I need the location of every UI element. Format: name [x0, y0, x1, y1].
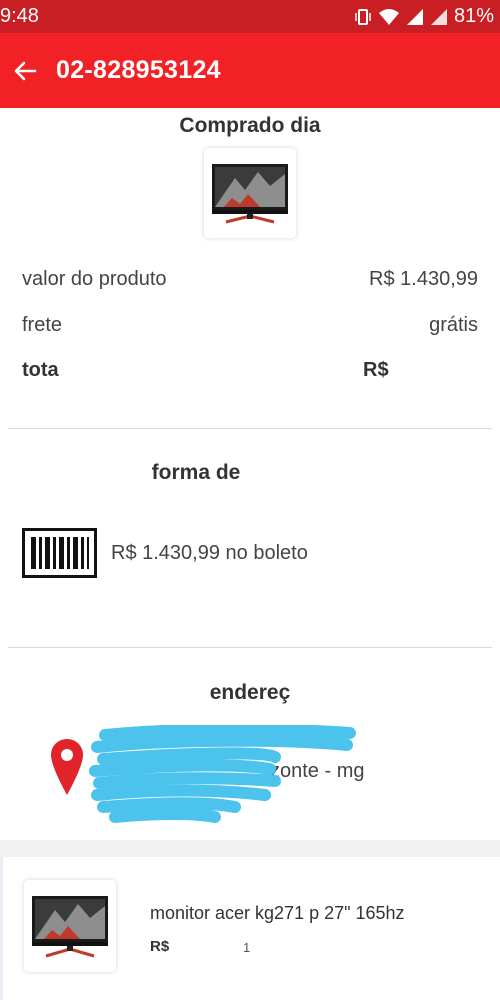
battery-level: 81% [453, 5, 494, 27]
item-thumbnail[interactable] [24, 880, 116, 972]
status-time: 9:48 [0, 5, 39, 27]
order-number-title: 02-828953124 [56, 56, 221, 84]
shipping-label: frete [22, 314, 63, 336]
back-button[interactable] [0, 33, 50, 108]
product-value: R$ 1.430,99 [369, 268, 478, 290]
total-row: tota R$ [22, 359, 478, 382]
monitor-image-icon [32, 896, 108, 958]
item-name: monitor acer kg271 p 27" 165hz [150, 903, 405, 923]
app-bar: 02-828953124 [0, 33, 500, 108]
total-label: tota [22, 359, 59, 381]
monitor-image-icon [212, 164, 288, 224]
item-price: R$ [150, 938, 170, 955]
purchase-date-heading: Comprado dia [179, 114, 321, 137]
wifi-icon [378, 8, 399, 25]
section-separator [0, 840, 500, 857]
total-value: R$ [363, 359, 389, 381]
signal-icon-2 [430, 8, 447, 25]
arrow-back-icon [14, 61, 37, 80]
shipping-row: frete grátis [22, 314, 478, 337]
status-icons: 81% [354, 5, 494, 28]
vibrate-icon [355, 8, 371, 25]
barcode-icon [22, 528, 97, 578]
item-quantity: 1 [243, 940, 251, 955]
product-thumbnail[interactable] [204, 148, 296, 238]
status-bar: 9:48 81% [0, 0, 500, 33]
redaction-scribble [89, 725, 356, 823]
product-value-label: valor do produto [22, 268, 167, 290]
divider [8, 647, 492, 648]
payment-heading: forma de [151, 461, 241, 484]
product-value-row: valor do produto R$ 1.430,99 [22, 268, 478, 291]
signal-icon [406, 8, 423, 25]
payment-row: R$ 1.430,99 no boleto [22, 528, 308, 578]
payment-method-text: R$ 1.430,99 no boleto [111, 541, 308, 564]
shipping-value: grátis [429, 314, 478, 336]
divider [8, 428, 492, 429]
address-heading: endereç [209, 681, 291, 704]
location-pin-icon [51, 739, 83, 795]
